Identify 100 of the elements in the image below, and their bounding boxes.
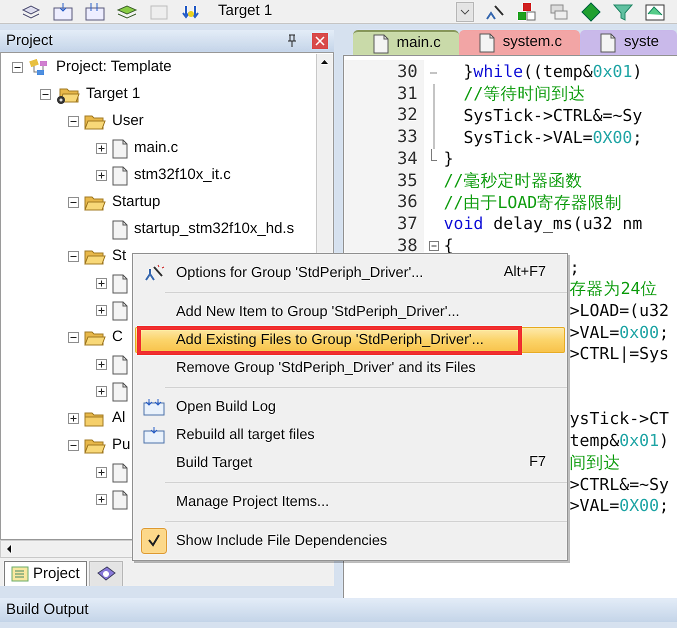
file-icon	[112, 274, 128, 294]
tree-item-label[interactable]: Pu	[112, 434, 130, 457]
open-folder-icon	[84, 112, 106, 130]
expand-icon[interactable]	[96, 143, 107, 154]
diamond-icon[interactable]	[580, 2, 602, 22]
file-icon	[112, 300, 128, 320]
books-icon	[96, 565, 116, 583]
open-folder-icon	[84, 436, 106, 454]
code-line: //等待时间到达	[462, 83, 586, 106]
file-icon	[112, 166, 128, 186]
shortcut-label: Alt+F7	[504, 263, 547, 282]
tree-item-label[interactable]: Target 1	[86, 83, 140, 106]
tree-item-label[interactable]: Project: Template	[56, 56, 172, 79]
code-line: 间到达	[570, 452, 621, 474]
panel-title: Project	[6, 30, 54, 51]
collapse-icon[interactable]	[68, 251, 79, 262]
menu-item[interactable]: Add New Item to Group 'StdPeriph_Driver'...	[135, 299, 565, 325]
file-icon	[112, 354, 128, 374]
close-icon[interactable]	[312, 33, 328, 49]
file-tab[interactable]: system.c	[458, 30, 580, 55]
expand-icon[interactable]	[96, 359, 107, 370]
menu-item-label: Manage Project Items...	[176, 494, 330, 510]
code-line: >CTRL|=Sys	[570, 343, 669, 366]
tree-item-label[interactable]: User	[112, 110, 144, 133]
menu-item-label: Rebuild all target files	[176, 426, 315, 444]
panel-title: Build Output	[6, 600, 89, 620]
shortcut-label: F7	[529, 453, 547, 472]
file-icon	[600, 32, 616, 52]
expand-icon[interactable]	[96, 467, 107, 478]
collapse-icon[interactable]	[428, 241, 439, 252]
target-select[interactable]: Target 1	[218, 0, 388, 23]
code-line: ;	[570, 256, 580, 279]
expand-icon[interactable]	[68, 413, 79, 424]
file-icon	[478, 32, 495, 52]
tree-item-label[interactable]: main.c	[134, 137, 178, 160]
expand-icon[interactable]	[96, 386, 107, 397]
file-icon	[112, 220, 128, 240]
tree-item-label[interactable]: C	[112, 326, 123, 349]
expand-icon[interactable]	[96, 278, 107, 289]
blocks-icon[interactable]	[516, 2, 538, 22]
file-icon	[112, 462, 128, 482]
file-icon	[112, 490, 128, 510]
open-folder-icon	[84, 328, 106, 346]
file-icon	[112, 138, 128, 158]
code-line: //毫秒定时器函数	[444, 170, 582, 192]
menu-item[interactable]: Options for Group 'StdPeriph_Driver'... Alt+F7	[135, 260, 565, 286]
file-icon	[112, 382, 128, 402]
collapse-icon[interactable]	[12, 62, 23, 73]
code-line: ysTick->CT	[570, 408, 669, 430]
collapse-icon[interactable]	[40, 89, 51, 100]
code-line: SysTick->VAL=0X00;	[462, 126, 642, 149]
menu-item[interactable]: Remove Group 'StdPeriph_Driver' and its Files	[135, 355, 565, 381]
code-line: 存器为24位	[570, 278, 658, 300]
code-line: SysTick->CTRL&=~Sy	[462, 104, 642, 127]
menu-item[interactable]: Open Build Log	[135, 394, 565, 420]
project-tab-icon	[11, 566, 29, 582]
collapse-icon[interactable]	[68, 440, 79, 451]
menu-item[interactable]: Manage Project Items...	[135, 489, 565, 515]
project-icon	[28, 58, 50, 78]
expand-icon[interactable]	[96, 170, 107, 181]
menu-item[interactable]: Show Include File Dependencies	[135, 528, 565, 554]
build-icon	[143, 425, 165, 445]
expand-icon[interactable]	[96, 494, 107, 505]
collapse-icon[interactable]	[68, 116, 79, 127]
download-icon[interactable]	[84, 2, 106, 22]
windows-icon[interactable]	[548, 2, 570, 22]
panel-tab[interactable]	[88, 561, 123, 586]
file-tab[interactable]: main.c	[352, 30, 459, 55]
tree-item-label[interactable]: Startup	[112, 191, 160, 214]
folder-icon	[84, 410, 106, 428]
code-line: //由于LOAD寄存器限制	[444, 192, 622, 214]
menu-item[interactable]: Rebuild all target files	[135, 422, 565, 448]
grid-icon[interactable]	[644, 2, 666, 22]
code-line: >LOAD=(u32	[570, 300, 669, 322]
open-folder-icon	[84, 248, 106, 266]
open-folder-icon	[84, 194, 106, 212]
download-icon[interactable]	[52, 2, 74, 22]
menu-item-label: Show Include File Dependencies	[176, 532, 388, 550]
magic-wand-icon	[143, 263, 165, 283]
menu-item-label: Options for Group 'StdPeriph_Driver'...	[176, 264, 424, 282]
collapse-icon[interactable]	[68, 332, 79, 343]
tree-item-label[interactable]: Al	[112, 407, 126, 430]
menu-item[interactable]: Build Target F7	[135, 450, 565, 476]
panel-tab[interactable]: Project	[4, 561, 87, 586]
file-tab[interactable]: syste	[580, 30, 677, 55]
code-line: >VAL=0X00;	[570, 495, 669, 518]
code-line: }	[444, 148, 454, 170]
collapse-icon[interactable]	[68, 197, 79, 208]
funnel-icon[interactable]	[612, 2, 634, 22]
menu-item-label: Add Existing Files to Group 'StdPeriph_Driver'...	[176, 332, 484, 348]
menu-item-label: Open Build Log	[176, 398, 276, 416]
menu-item-label: Remove Group 'StdPeriph_Driver' and its Files	[176, 360, 476, 376]
pin-icon[interactable]	[286, 34, 298, 48]
rebuild-icon	[143, 397, 165, 417]
expand-icon[interactable]	[96, 305, 107, 316]
tab-label: Project	[33, 564, 80, 584]
menu-item-label: Add New Item to Group 'StdPeriph_Driver'...	[176, 304, 460, 320]
tree-item-label[interactable]: startup_stm32f10x_hd.s	[134, 218, 294, 241]
tree-item-label[interactable]: St	[112, 245, 126, 268]
tree-item-label[interactable]: stm32f10x_it.c	[134, 164, 231, 187]
